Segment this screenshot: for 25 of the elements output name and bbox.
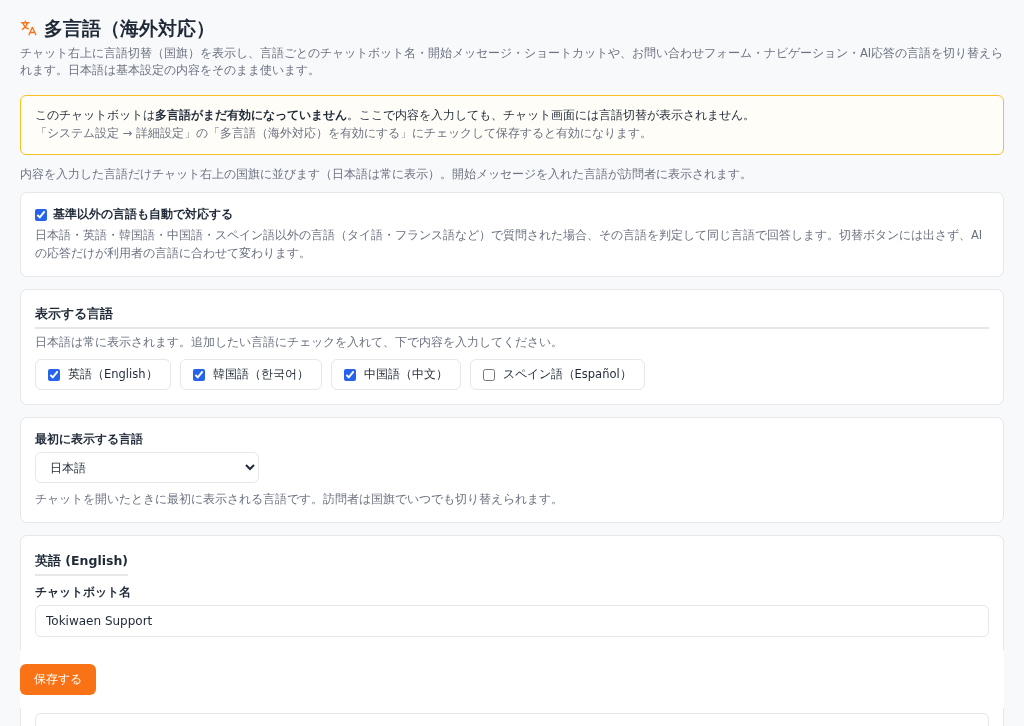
field-label: チャットボット名 [35, 584, 132, 600]
warning-text: このチャットボットは多言語がまだ有効になっていません。ここで内容を入力しても、チャット画面には言語切替が表示されません。 [35, 107, 756, 125]
auto-language-checkbox[interactable] [35, 208, 47, 221]
help-text: 日本語は常に表示されます。追加したい言語にチェックを入れて、下で内容を入力してください。 [35, 334, 564, 352]
field-label: 最初に表示する言語 [35, 432, 144, 448]
note-text: 内容を入力した言語だけチャット右上の国旗に並びます（日本語は常に表示）。開始メッセージを入れた言語が訪問者に表示されます。 [20, 166, 753, 182]
language-select[interactable]: 日本語 [35, 452, 259, 484]
section-heading: 表示する言語 [35, 305, 114, 323]
page-title: 多言語（海外対応） [44, 16, 215, 41]
language-checkbox[interactable] [48, 368, 60, 381]
warning-text: 「システム設定 → 詳細設定」の「多言語（海外対応）を有効にする」にチェックして保存すると有効になります。 [35, 125, 653, 142]
page-description: チャット右上に言語切替（国旗）を表示し、言語ごとのチャットボット名・開始メッセージ・ショートカットや、お問い合わせフォーム・ナビゲーション・AI応答の言語を切り替えられます。日本語は基本設定の内容をそのまま使います。 [20, 44, 1004, 79]
language-option[interactable]: 中国語（中文） [330, 359, 461, 391]
language-option[interactable]: スペイン語（Español） [469, 359, 645, 391]
language-checkbox[interactable] [343, 368, 356, 381]
language-option[interactable]: 韓国語（한국어） [179, 359, 322, 391]
translate-icon [20, 19, 38, 38]
language-checkbox[interactable] [482, 368, 495, 381]
help-text: チャットを開いたときに最初に表示される言語です。訪問者は国旗でいつでも切り替えられます。 [35, 491, 564, 509]
help-text: 日本語・英語・韓国語・中国語・スペイン語以外の言語（タイ語・フランス語など）で質問された場合、その言語を判定して同じ言語で回答します。切替ボタンには出さず、AIの応答だけが利用者の言語に合わせて変わります。 [35, 227, 984, 262]
chatbot-name-field[interactable]: Tokiwaen Support [35, 604, 989, 637]
section-heading: 英語 (English) [35, 553, 129, 576]
language-checkbox[interactable] [192, 368, 205, 381]
language-option[interactable]: 英語（English） [35, 359, 171, 391]
checkbox-label: 基準以外の言語も自動で対応する [53, 206, 233, 223]
